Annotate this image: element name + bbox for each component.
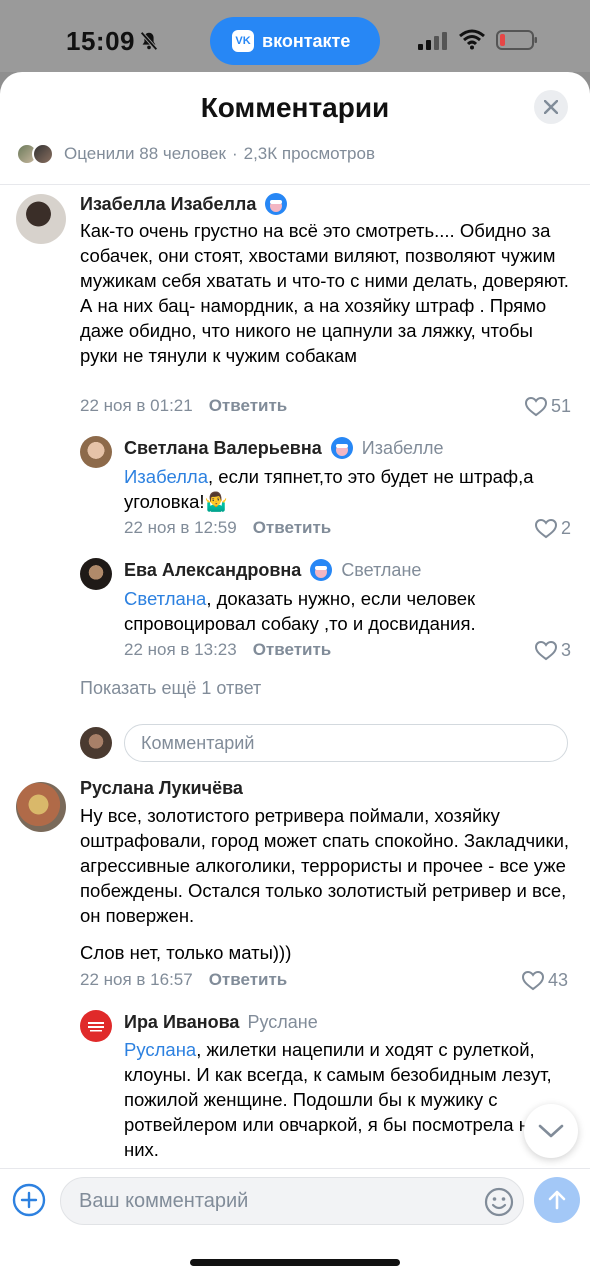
sheet-title: Комментарии	[200, 92, 390, 123]
like-count: 2	[561, 518, 572, 538]
donut-badge-icon	[310, 559, 333, 581]
like-count: 51	[551, 396, 572, 416]
add-attachment-icon[interactable]	[12, 1183, 46, 1217]
cell-signal-icon	[418, 32, 447, 50]
avatar[interactable]	[16, 194, 66, 244]
avatar[interactable]	[80, 1010, 112, 1042]
like-button[interactable]: 43	[522, 970, 568, 991]
scroll-down-button[interactable]	[524, 1104, 578, 1158]
comment-text: Ну все, золотистого ретривера поймали, х…	[80, 805, 570, 926]
comment-author[interactable]: Ира Иванова Руслане	[124, 1012, 318, 1033]
comment-text-second-paragraph: Слов нет, только маты)))	[80, 942, 292, 963]
heart-icon	[535, 640, 557, 660]
vk-logo-icon: VK	[232, 30, 254, 52]
comment-author[interactable]: Изабелла Изабелла	[80, 192, 288, 216]
comment-input-placeholder: Ваш комментарий	[79, 1189, 249, 1212]
vk-app-pill[interactable]: VK вконтакте	[210, 17, 380, 65]
mention-link[interactable]: Руслана	[124, 1039, 196, 1060]
donut-badge-icon	[330, 437, 353, 459]
comment-meta: 22 ноя в 12:59 Ответить	[124, 518, 331, 538]
comment-text: Руслана, жилетки нацепили и ходят с руле…	[124, 1037, 576, 1162]
comment-meta: 22 ноя в 01:21 Ответить	[80, 396, 287, 416]
comments-sheet: Комментарии Оценили 88 человек · 2,3К пр…	[0, 72, 590, 1280]
heart-icon	[535, 518, 557, 538]
comment-date: 22 ноя в 13:23	[124, 640, 237, 659]
mention-link[interactable]: Изабелла	[124, 466, 208, 487]
like-count: 3	[561, 640, 572, 660]
show-more-replies-link[interactable]: Показать ещё 1 ответ	[80, 678, 261, 699]
clock: 15:09	[66, 26, 135, 56]
arrow-up-icon	[548, 1190, 566, 1210]
rated-count: Оценили 88 человек	[64, 144, 226, 163]
comment-text: Как-то очень грустно на всё это смотреть…	[80, 220, 569, 366]
avatar	[32, 143, 54, 165]
like-button[interactable]: 3	[535, 640, 571, 661]
reply-button[interactable]: Ответить	[209, 396, 288, 416]
post-stats[interactable]: Оценили 88 человек · 2,3К просмотров	[16, 142, 375, 166]
close-icon	[544, 100, 558, 114]
avatar[interactable]	[80, 436, 112, 468]
heart-icon	[522, 970, 544, 990]
author-name: Ира Иванова	[124, 1012, 240, 1032]
avatar[interactable]	[80, 558, 112, 590]
liker-avatars	[16, 143, 54, 165]
author-name: Ева Александровна	[124, 559, 302, 580]
comment-text: Светлана, доказать нужно, если человек с…	[124, 586, 574, 636]
wifi-icon	[459, 29, 485, 50]
reply-button[interactable]: Ответить	[253, 640, 332, 660]
comment-date: 22 ноя в 01:21	[80, 396, 193, 415]
comment-author[interactable]: Руслана Лукичёва	[80, 778, 243, 799]
comment-author[interactable]: Ева Александровна Светлане	[124, 558, 421, 582]
comment-author[interactable]: Светлана Валерьевна Изабелле	[124, 436, 444, 460]
reply-button[interactable]: Ответить	[253, 518, 332, 538]
author-name: Светлана Валерьевна	[124, 437, 322, 458]
reply-to-label: Светлане	[341, 559, 422, 580]
emoji-icon[interactable]	[483, 1186, 515, 1218]
home-indicator	[190, 1259, 400, 1266]
comment-input[interactable]: Ваш комментарий	[60, 1177, 524, 1225]
author-name: Изабелла Изабелла	[80, 193, 257, 214]
inline-reply-row: Комментарий	[80, 724, 570, 764]
like-count: 43	[548, 970, 569, 990]
reply-button[interactable]: Ответить	[209, 970, 288, 990]
reply-to-label: Руслане	[247, 1012, 318, 1032]
send-button[interactable]	[534, 1177, 580, 1223]
inline-comment-input[interactable]: Комментарий	[124, 724, 568, 762]
heart-icon	[525, 396, 547, 416]
divider	[0, 184, 590, 185]
comment-composer-bar: Ваш комментарий	[0, 1168, 590, 1280]
comment-meta: 22 ноя в 16:57 Ответить	[80, 970, 287, 990]
comment-text: Изабелла, если тяпнет,то это будет не шт…	[124, 464, 574, 514]
reply-to-label: Изабелле	[361, 437, 444, 458]
donut-badge-icon	[265, 193, 288, 215]
close-button[interactable]	[534, 90, 568, 124]
bell-muted-icon	[140, 31, 158, 51]
org-logo-icon	[88, 1022, 104, 1032]
stats-separator: ·	[231, 144, 238, 163]
comment-date: 22 ноя в 12:59	[124, 518, 237, 537]
mention-link[interactable]: Светлана	[124, 588, 206, 609]
views-count: 2,3К просмотров	[243, 144, 375, 163]
comment-meta: 22 ноя в 13:23 Ответить	[124, 640, 331, 660]
like-button[interactable]: 51	[525, 396, 571, 417]
author-name: Руслана Лукичёва	[80, 778, 243, 798]
chevron-down-icon	[538, 1124, 564, 1138]
battery-low-icon	[496, 30, 537, 50]
status-bar: 15:09 VK вконтакте	[0, 0, 590, 72]
vk-pill-label: вконтакте	[262, 30, 351, 51]
comment-date: 22 ноя в 16:57	[80, 970, 193, 989]
avatar	[80, 727, 112, 759]
avatar[interactable]	[16, 782, 66, 832]
inline-comment-placeholder: Комментарий	[141, 732, 255, 753]
like-button[interactable]: 2	[535, 518, 571, 539]
